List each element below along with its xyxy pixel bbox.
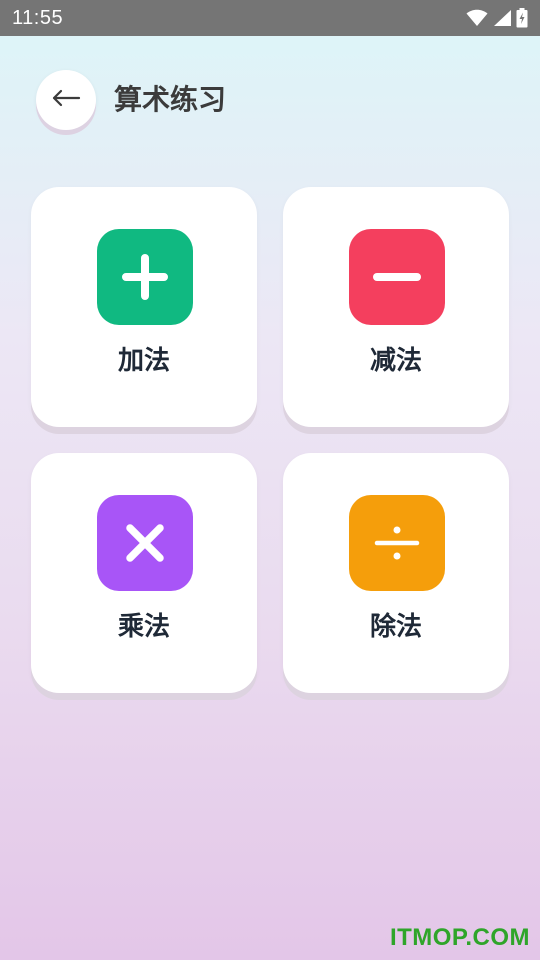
status-bar: 11:55 [0,0,540,36]
status-time: 11:55 [12,6,64,29]
divide-icon [373,519,421,567]
addition-label: 加法 [117,346,170,376]
back-arrow-icon [51,89,81,111]
division-label: 除法 [369,612,422,642]
multiply-icon [121,519,169,567]
subtraction-card[interactable]: 减法 [283,187,509,427]
minus-icon [373,253,421,301]
subtraction-label: 减法 [369,346,422,376]
addition-icon-tile [97,229,193,325]
addition-card[interactable]: 加法 [31,187,257,427]
subtraction-icon-tile [349,229,445,325]
multiplication-card[interactable]: 乘法 [31,453,257,693]
multiplication-label: 乘法 [117,612,170,642]
status-icons [466,8,528,28]
watermark: ITMOP.COM [389,924,530,951]
multiplication-icon-tile [97,495,193,591]
page-title: 算术练习 [114,83,227,116]
division-icon-tile [349,495,445,591]
plus-icon [121,253,169,301]
battery-charging-icon [516,8,528,28]
division-card[interactable]: 除法 [283,453,509,693]
wifi-icon [466,9,488,27]
back-button[interactable] [36,70,96,130]
signal-icon [492,9,512,27]
